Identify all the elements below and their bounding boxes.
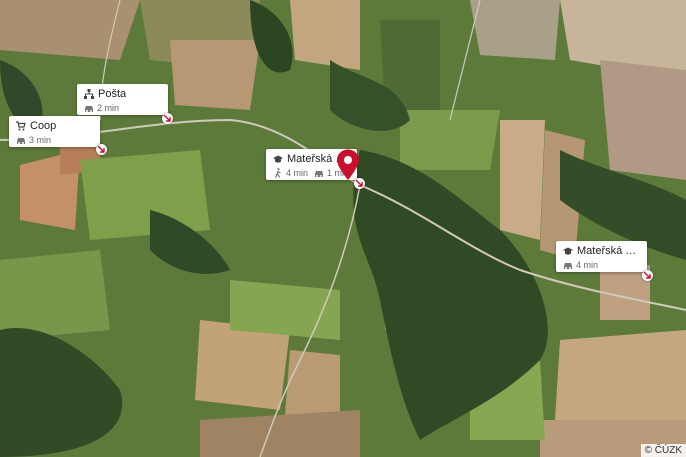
map-attribution: © ČÚZK [640,444,686,457]
car-icon [315,171,324,177]
aerial-imagery [0,0,686,457]
poi-card-materska-skola-d[interactable]: Mateřská škola D... 4 min [556,241,647,272]
navigate-arrow-icon[interactable] [642,270,653,281]
poi-name: Mateřská škola D... [577,245,639,257]
poi-name: Pošta [98,88,127,100]
navigate-arrow-icon[interactable] [162,113,173,124]
travel-time: 2 min [97,103,120,113]
location-pin-icon[interactable] [336,149,360,181]
car-icon [85,106,93,112]
map-view[interactable]: Pošta 2 min Coop 3 min Mateřská škola 4 … [0,0,686,457]
car-icon [564,263,572,269]
walk-icon [274,168,281,178]
graduation-cap-icon [273,155,283,163]
travel-time: 4 min [576,260,599,270]
sitemap-icon [84,89,94,99]
poi-card-posta[interactable]: Pošta 2 min [77,84,168,115]
car-icon [17,138,25,144]
navigate-arrow-icon[interactable] [96,144,107,155]
poi-card-coop[interactable]: Coop 3 min [9,116,100,147]
shopping-cart-icon [16,121,26,131]
walk-time: 4 min [286,168,309,178]
poi-name: Coop [30,120,57,132]
travel-time: 3 min [29,135,52,145]
graduation-cap-icon [563,247,573,255]
